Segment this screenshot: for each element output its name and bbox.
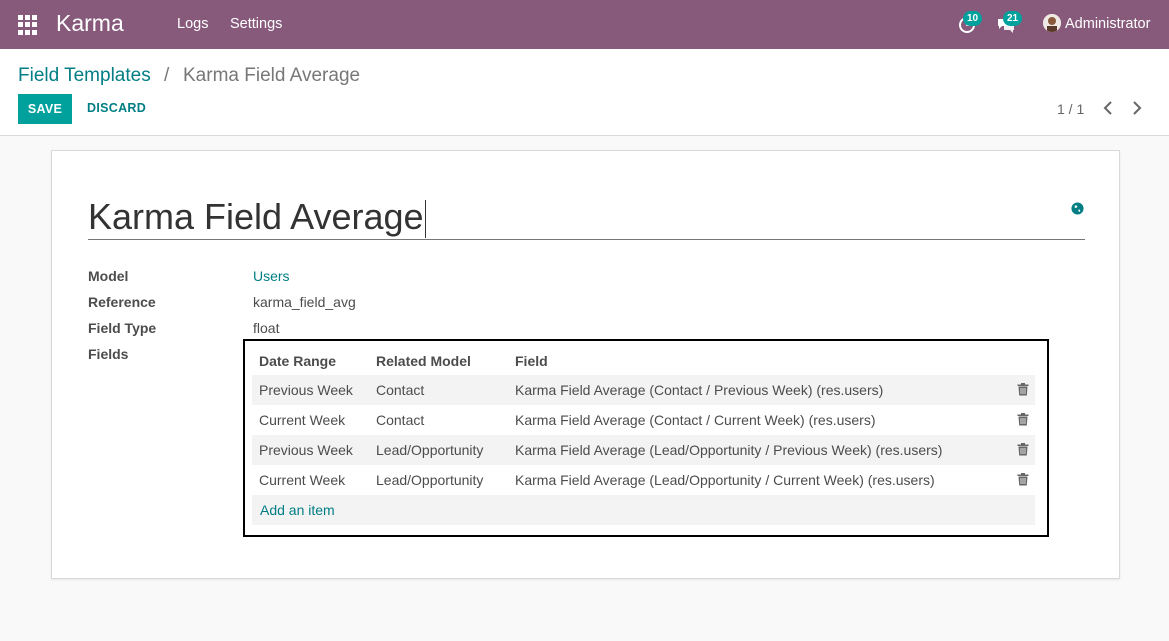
delete-row-trash-icon[interactable] [1017,473,1029,486]
title-input-value: Karma Field Average [88,196,424,237]
field-type-value: float [253,320,280,336]
table-row[interactable]: Current Week Contact Karma Field Average… [252,405,1035,435]
user-avatar[interactable] [1043,14,1061,32]
column-header-related-model[interactable]: Related Model [376,353,471,369]
column-header-date-range[interactable]: Date Range [259,353,336,369]
cell-field[interactable]: Karma Field Average (Lead/Opportunity / … [515,442,942,458]
user-menu-name[interactable]: Administrator [1065,16,1150,32]
delete-row-trash-icon[interactable] [1017,443,1029,456]
save-button[interactable]: SAVE [18,94,72,124]
title-input[interactable]: Karma Field Average [88,195,1085,240]
cell-date-range[interactable]: Current Week [259,472,345,488]
reference-value: karma_field_avg [253,294,356,310]
cell-field[interactable]: Karma Field Average (Contact / Current W… [515,412,876,428]
cell-related-model[interactable]: Contact [376,382,424,398]
column-header-field[interactable]: Field [515,353,548,369]
cell-related-model[interactable]: Lead/Opportunity [376,472,483,488]
app-brand[interactable]: Karma [56,10,124,37]
menu-item-logs[interactable]: Logs [177,16,208,32]
breadcrumb-current: Karma Field Average [183,65,361,86]
table-row[interactable]: Previous Week Contact Karma Field Averag… [252,375,1035,405]
pager-value[interactable]: 1 / 1 [1057,101,1084,117]
delete-row-trash-icon[interactable] [1017,383,1029,396]
delete-row-trash-icon[interactable] [1017,413,1029,426]
fields-table: Date Range Related Model Field Previous … [243,339,1049,537]
add-item-link[interactable]: Add an item [260,502,335,518]
cell-field[interactable]: Karma Field Average (Lead/Opportunity / … [515,472,935,488]
reference-label: Reference [88,294,156,310]
cell-date-range[interactable]: Previous Week [259,442,353,458]
table-row[interactable]: Current Week Lead/Opportunity Karma Fiel… [252,465,1035,495]
pager-next-icon[interactable] [1129,99,1145,117]
activity-count-badge: 10 [963,11,983,26]
form-sheet: Karma Field Average Model Users Referenc… [51,150,1120,579]
control-panel: Field Templates / Karma Field Average SA… [0,49,1169,136]
top-navbar: Karma Logs Settings 10 21 Administrator [0,0,1169,49]
table-row[interactable]: Previous Week Lead/Opportunity Karma Fie… [252,435,1035,465]
add-item-row: Add an item [252,495,1035,525]
breadcrumb-parent-link[interactable]: Field Templates [18,65,151,87]
field-type-label: Field Type [88,320,157,336]
discard-button[interactable]: DISCARD [87,101,146,115]
messages-count-badge: 21 [1003,11,1023,26]
cell-field[interactable]: Karma Field Average (Contact / Previous … [515,382,883,398]
breadcrumb-separator: / [164,65,170,86]
menu-item-settings[interactable]: Settings [230,16,282,32]
globe-icon[interactable] [1071,202,1084,215]
fields-label: Fields [88,346,129,362]
pager-previous-icon[interactable] [1100,99,1116,117]
cell-date-range[interactable]: Previous Week [259,382,353,398]
apps-grid-icon[interactable] [18,15,38,35]
text-cursor [424,200,426,239]
model-value-link[interactable]: Users [253,268,290,284]
model-label: Model [88,268,129,284]
cell-related-model[interactable]: Contact [376,412,424,428]
cell-date-range[interactable]: Current Week [259,412,345,428]
cell-related-model[interactable]: Lead/Opportunity [376,442,483,458]
